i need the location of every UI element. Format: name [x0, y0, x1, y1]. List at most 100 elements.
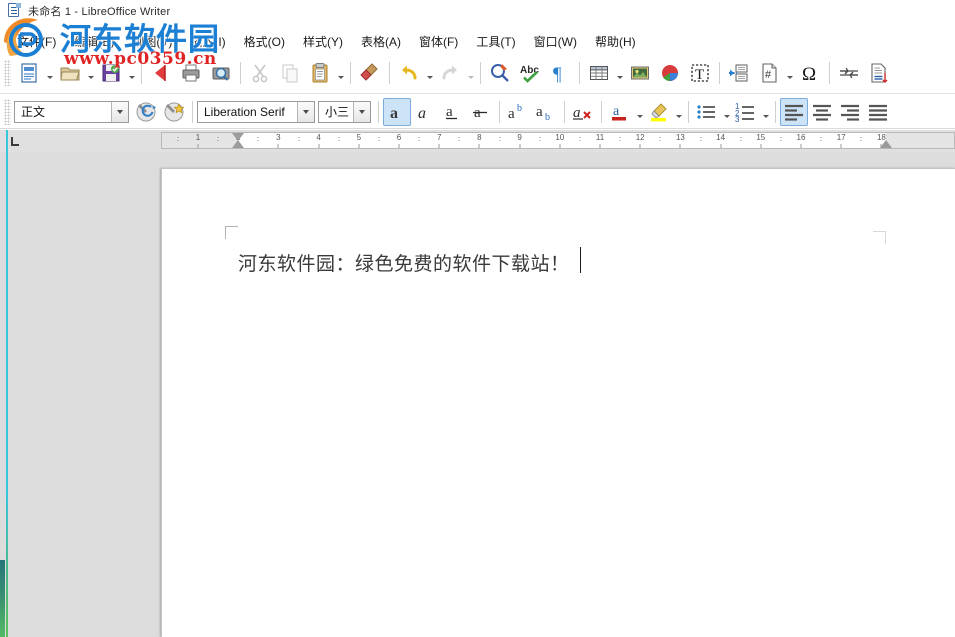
update-style-button[interactable]	[132, 98, 160, 126]
align-justify-button[interactable]	[864, 98, 892, 126]
ruler-half-tick	[419, 137, 420, 138]
font-color-dropdown-arrow[interactable]	[634, 97, 645, 127]
export-pdf-button[interactable]	[146, 58, 176, 88]
insert-table-dropdown-arrow[interactable]	[614, 58, 625, 88]
paragraph-style-dropdown-arrow[interactable]	[111, 102, 128, 122]
underline-button[interactable]: a	[439, 98, 467, 126]
formatbar-separator	[601, 101, 602, 123]
ruler-minor-tick	[680, 144, 681, 148]
menu-styles[interactable]: 样式(Y)	[294, 31, 352, 52]
align-left-button[interactable]	[780, 98, 808, 126]
font-name-value: Liberation Serif	[198, 102, 297, 122]
highlight-color-dropdown-arrow[interactable]	[673, 97, 684, 127]
font-size-combo[interactable]: 小三	[318, 101, 371, 123]
formatbar-separator	[564, 101, 565, 123]
menu-insert[interactable]: 插入(I)	[181, 31, 234, 52]
special-character-button[interactable]: Ω	[795, 58, 825, 88]
menu-file[interactable]: 文件(F)	[8, 31, 65, 52]
redo-dropdown-arrow[interactable]	[465, 58, 476, 88]
margin-marker-top-left	[225, 226, 238, 239]
bullet-list-dropdown-arrow[interactable]	[721, 97, 732, 127]
insert-footnote-button[interactable]	[864, 58, 894, 88]
menu-tools[interactable]: 工具(T)	[467, 31, 524, 52]
numbered-list-button[interactable]: 1 2 3	[732, 98, 760, 126]
ruler-tick-label: 8	[477, 133, 481, 143]
save-button[interactable]	[96, 58, 126, 88]
menu-table[interactable]: 表格(A)	[352, 31, 410, 52]
numbered-list-dropdown-arrow[interactable]	[760, 97, 771, 127]
align-right-button[interactable]	[836, 98, 864, 126]
paste-dropdown-arrow[interactable]	[335, 58, 346, 88]
menu-form[interactable]: 窗体(F)	[410, 31, 467, 52]
toolbar-separator	[719, 62, 720, 84]
new-button[interactable]	[14, 58, 44, 88]
spelling-button[interactable]: Abc	[515, 58, 545, 88]
bold-button[interactable]: a	[383, 98, 411, 126]
menu-help[interactable]: 帮助(H)	[586, 31, 645, 52]
open-button[interactable]	[55, 58, 85, 88]
bullet-list-button[interactable]	[693, 98, 721, 126]
ruler-right-indent-marker[interactable]	[880, 140, 892, 148]
menu-window[interactable]: 窗口(W)	[525, 31, 586, 52]
undo-button[interactable]	[394, 58, 424, 88]
document-page[interactable]: 河东软件园：绿色免费的软件下载站！	[161, 168, 955, 637]
strikethrough-button[interactable]: a	[467, 98, 495, 126]
document-workspace[interactable]: 河东软件园：绿色免费的软件下载站！	[0, 152, 955, 637]
insert-field-dropdown-arrow[interactable]	[784, 58, 795, 88]
ruler-minor-tick	[318, 144, 319, 148]
font-name-dropdown-arrow[interactable]	[297, 102, 314, 122]
font-color-button[interactable]: a	[606, 98, 634, 126]
toolbar-separator	[579, 62, 580, 84]
paragraph-style-value: 正文	[15, 102, 111, 122]
tab-stop-left-icon[interactable]	[8, 130, 22, 152]
menu-format[interactable]: 格式(O)	[235, 31, 294, 52]
ruler-tick-label: 13	[676, 133, 685, 143]
cut-button[interactable]	[245, 58, 275, 88]
insert-field-button[interactable]: #	[754, 58, 784, 88]
ruler-half-tick	[459, 137, 460, 138]
formatting-marks-button[interactable]: ¶	[545, 58, 575, 88]
libreoffice-writer-window: 未命名 1 - LibreOffice Writer 文件(F) 编辑(E) 视…	[0, 0, 955, 637]
find-replace-button[interactable]	[485, 58, 515, 88]
insert-table-button[interactable]	[584, 58, 614, 88]
redo-button[interactable]	[435, 58, 465, 88]
subscript-button[interactable]: a b	[532, 98, 560, 126]
print-preview-button[interactable]	[206, 58, 236, 88]
document-paragraph-text[interactable]: 河东软件园：绿色免费的软件下载站！	[238, 249, 570, 276]
paragraph-style-combo[interactable]: 正文	[14, 101, 129, 123]
horizontal-ruler[interactable]: 123456789101112131415161718	[161, 132, 955, 149]
superscript-button[interactable]: a b	[504, 98, 532, 126]
insert-chart-button[interactable]	[655, 58, 685, 88]
toolbar-grip[interactable]	[4, 60, 11, 86]
font-name-combo[interactable]: Liberation Serif	[197, 101, 315, 123]
menu-edit[interactable]: 编辑(E)	[65, 31, 123, 52]
insert-page-break-button[interactable]	[724, 58, 754, 88]
formatbar-separator	[192, 101, 193, 123]
open-dropdown-arrow[interactable]	[85, 58, 96, 88]
copy-button[interactable]	[275, 58, 305, 88]
paste-button[interactable]	[305, 58, 335, 88]
undo-dropdown-arrow[interactable]	[424, 58, 435, 88]
highlight-color-button[interactable]	[645, 98, 673, 126]
font-size-dropdown-arrow[interactable]	[353, 102, 370, 122]
ruler-left-indent-marker[interactable]	[232, 140, 244, 148]
ruler-tick-label: 10	[555, 133, 564, 143]
ruler-tick-label: 7	[437, 133, 441, 143]
insert-text-box-button[interactable]: T	[685, 58, 715, 88]
ruler-half-tick	[821, 137, 822, 138]
menu-view[interactable]: 视图(V)	[123, 31, 181, 52]
align-center-button[interactable]	[808, 98, 836, 126]
page-break-button[interactable]	[834, 58, 864, 88]
new-dropdown-arrow[interactable]	[44, 58, 55, 88]
print-button[interactable]	[176, 58, 206, 88]
italic-button[interactable]: a	[411, 98, 439, 126]
save-dropdown-arrow[interactable]	[126, 58, 137, 88]
clear-formatting-button[interactable]: a	[569, 98, 597, 126]
clone-formatting-button[interactable]	[355, 58, 385, 88]
insert-image-button[interactable]	[625, 58, 655, 88]
ruler-half-tick	[258, 137, 259, 138]
formatbar-grip[interactable]	[4, 99, 11, 125]
new-style-button[interactable]	[160, 98, 188, 126]
ruler-half-tick	[700, 137, 701, 138]
ruler-tick-label: 5	[357, 133, 361, 143]
